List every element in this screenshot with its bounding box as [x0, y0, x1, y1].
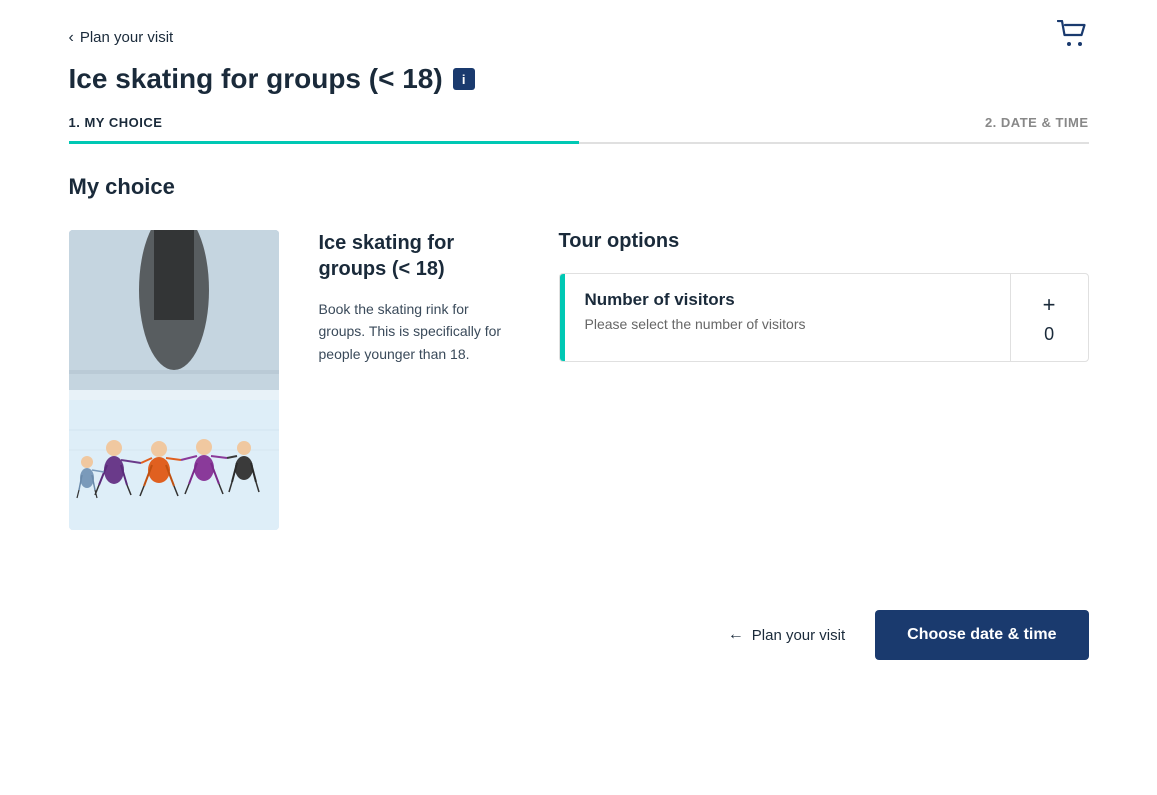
step-1[interactable]: 1. MY CHOICE [69, 115, 579, 142]
content-grid: Ice skating for groups (< 18) Book the s… [69, 230, 1089, 530]
arrow-left-icon: ← [728, 626, 744, 644]
footer-back-label: Plan your visit [752, 627, 845, 644]
visitor-hint: Please select the number of visitors [585, 316, 990, 332]
activity-info: Ice skating for groups (< 18) Book the s… [319, 230, 519, 365]
activity-image [69, 230, 279, 530]
tour-options-title: Tour options [559, 230, 1089, 253]
visitor-count: 0 [1044, 324, 1054, 345]
step-2[interactable]: 2. DATE & TIME [579, 115, 1089, 142]
visitor-controls: + 0 [1010, 274, 1088, 361]
top-bar: ‹ Plan your visit [69, 20, 1089, 55]
back-link-label: Plan your visit [80, 29, 173, 46]
back-link[interactable]: ‹ Plan your visit [69, 29, 174, 47]
info-icon[interactable]: i [453, 68, 475, 90]
visitor-option-card: Number of visitors Please select the num… [559, 273, 1089, 362]
choose-date-time-button[interactable]: Choose date & time [875, 610, 1088, 660]
page-title-text: Ice skating for groups (< 18) [69, 63, 443, 95]
footer-back-link[interactable]: ← Plan your visit [728, 626, 845, 644]
activity-description: Book the skating rink for groups. This i… [319, 298, 519, 365]
activity-name: Ice skating for groups (< 18) [319, 230, 519, 282]
cart-icon[interactable] [1057, 20, 1089, 55]
progress-bar: 1. MY CHOICE 2. DATE & TIME [69, 115, 1089, 144]
tour-options: Tour options Number of visitors Please s… [559, 230, 1089, 362]
back-arrow-icon: ‹ [69, 29, 74, 47]
option-card-content: Number of visitors Please select the num… [565, 274, 1010, 361]
footer-actions: ← Plan your visit Choose date & time [69, 590, 1089, 660]
plus-button[interactable]: + [1035, 290, 1064, 320]
visitor-label: Number of visitors [585, 290, 990, 310]
page-title: Ice skating for groups (< 18) i [69, 63, 1089, 95]
section-title: My choice [69, 174, 1089, 200]
